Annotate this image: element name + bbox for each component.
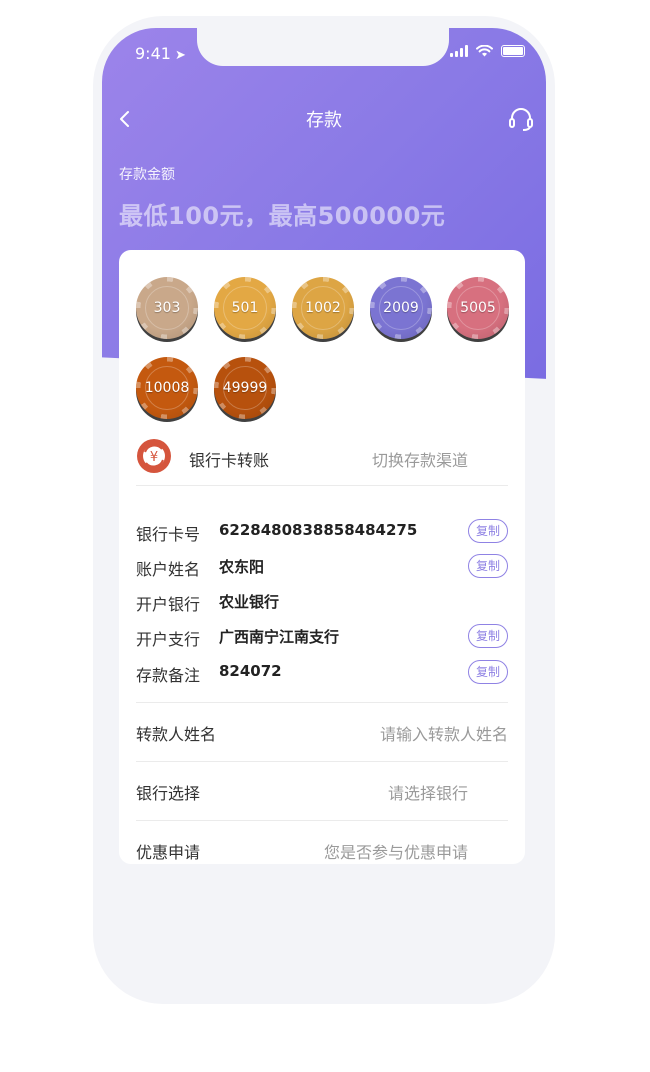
- account-name-value: 农东阳: [219, 558, 265, 576]
- depositor-name-row[interactable]: 转款人姓名 请输入转款人姓名: [136, 711, 508, 751]
- bank-transfer-yuan-icon: ¥: [137, 439, 171, 473]
- customer-service-headset-icon[interactable]: [507, 105, 535, 133]
- switch-channel-link[interactable]: 切换存款渠道: [372, 447, 468, 471]
- copy-card-number-button[interactable]: 复制: [468, 519, 508, 543]
- remark-row: 存款备注 824072 复制: [136, 660, 508, 686]
- status-icons: [450, 45, 525, 57]
- chip-501[interactable]: 501: [214, 277, 276, 339]
- remark-label: 存款备注: [136, 666, 201, 685]
- chip-49999[interactable]: 49999: [214, 357, 276, 419]
- chip-value: 49999: [222, 380, 268, 396]
- phone-notch: [197, 16, 449, 66]
- card-number-label: 银行卡号: [136, 525, 201, 544]
- promo-label: 优惠申请: [136, 843, 201, 862]
- cellular-signal-icon: [450, 45, 468, 57]
- chip-value: 1002: [305, 300, 341, 316]
- location-arrow-icon: ➤: [174, 48, 186, 63]
- chip-value: 10008: [144, 380, 190, 396]
- divider: [136, 761, 508, 762]
- copy-remark-button[interactable]: 复制: [468, 660, 508, 684]
- wifi-icon: [476, 45, 493, 57]
- branch-value: 广西南宁江南支行: [219, 628, 340, 646]
- status-time-text: 9:41: [135, 44, 171, 63]
- copy-account-name-button[interactable]: 复制: [468, 554, 508, 578]
- deposit-amount-input[interactable]: 最低100元，最高500000元: [119, 196, 445, 231]
- svg-text:¥: ¥: [150, 450, 158, 465]
- chip-2009[interactable]: 2009: [370, 277, 432, 339]
- chip-5005[interactable]: 5005: [447, 277, 509, 339]
- promo-row[interactable]: 优惠申请 您是否参与优惠申请: [136, 829, 508, 869]
- divider: [136, 702, 508, 703]
- chip-value: 5005: [460, 300, 496, 316]
- deposit-channel-row: ¥ 银行卡转账 切换存款渠道: [136, 436, 508, 486]
- card-number-value: 6228480838858484275: [219, 521, 418, 539]
- branch-row: 开户支行 广西南宁江南支行 复制: [136, 624, 508, 650]
- chip-value: 2009: [383, 300, 419, 316]
- phone-frame: 9:41 ➤ 存款 存款金额 最低100元，最高500000元 303 501 1…: [93, 16, 555, 1004]
- chip-1002[interactable]: 1002: [292, 277, 354, 339]
- bank-select-row[interactable]: 银行选择 请选择银行: [136, 770, 508, 810]
- promo-select[interactable]: 您是否参与优惠申请: [324, 839, 468, 863]
- bank-select-dropdown[interactable]: 请选择银行: [388, 780, 468, 804]
- chip-value: 303: [153, 300, 181, 316]
- chip-303[interactable]: 303: [136, 277, 198, 339]
- page-title: 存款: [306, 110, 342, 131]
- bank-select-label: 银行选择: [136, 784, 201, 803]
- branch-label: 开户支行: [136, 630, 201, 649]
- status-time: 9:41 ➤: [135, 44, 186, 63]
- deposit-amount-label: 存款金额: [119, 167, 175, 183]
- account-name-row: 账户姓名 农东阳 复制: [136, 554, 508, 580]
- card-number-row: 银行卡号 6228480838858484275 复制: [136, 519, 508, 545]
- chip-10008[interactable]: 10008: [136, 357, 198, 419]
- channel-name: 银行卡转账: [189, 451, 270, 470]
- depositor-name-input[interactable]: 请输入转款人姓名: [380, 721, 508, 745]
- bank-value: 农业银行: [219, 593, 280, 611]
- depositor-name-label: 转款人姓名: [136, 725, 217, 744]
- account-name-label: 账户姓名: [136, 560, 201, 579]
- remark-value: 824072: [219, 662, 282, 680]
- divider: [136, 820, 508, 821]
- deposit-card: 303 501 1002 2009 5005 10008 49999 ¥ 银行卡…: [119, 250, 525, 864]
- battery-icon: [501, 45, 525, 57]
- copy-branch-button[interactable]: 复制: [468, 624, 508, 648]
- chip-value: 501: [231, 300, 259, 316]
- bank-label: 开户银行: [136, 595, 201, 614]
- bank-row: 开户银行 农业银行: [136, 589, 508, 615]
